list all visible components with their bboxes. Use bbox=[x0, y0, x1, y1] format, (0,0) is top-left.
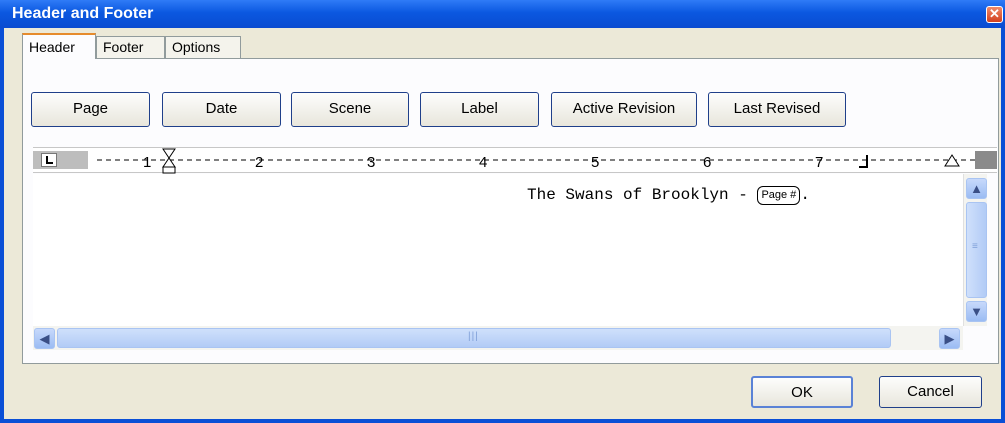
ok-button[interactable]: OK bbox=[751, 376, 853, 408]
header-line: The Swans of Brooklyn - Page #. bbox=[527, 186, 810, 205]
ruler-number: 4 bbox=[479, 154, 488, 171]
insert-scene-button[interactable]: Scene bbox=[291, 92, 409, 127]
insert-label-button[interactable]: Label bbox=[420, 92, 539, 127]
insert-date-button[interactable]: Date bbox=[162, 92, 281, 127]
ruler-right-margin bbox=[975, 151, 997, 169]
grip-icon: ||| bbox=[468, 331, 479, 342]
tab-options[interactable]: Options bbox=[165, 36, 241, 58]
right-indent-marker-icon[interactable] bbox=[944, 154, 960, 168]
tab-footer-label: Footer bbox=[103, 39, 144, 55]
grip-icon: ≡ bbox=[972, 241, 979, 252]
vertical-scrollbar[interactable]: ▲ ≡ ▼ bbox=[963, 174, 987, 326]
tab-options-label: Options bbox=[172, 39, 221, 55]
chevron-down-icon[interactable]: ▼ bbox=[966, 301, 987, 322]
header-text: The Swans of Brooklyn - bbox=[527, 186, 758, 204]
ruler-number: 6 bbox=[703, 154, 712, 171]
right-tab-stop-icon[interactable] bbox=[859, 155, 871, 169]
horizontal-scroll-thumb[interactable]: ||| bbox=[57, 328, 891, 348]
insert-active-revision-button[interactable]: Active Revision bbox=[551, 92, 697, 127]
ruler-number: 5 bbox=[591, 154, 600, 171]
insert-page-button[interactable]: Page bbox=[31, 92, 150, 127]
tab-footer[interactable]: Footer bbox=[96, 36, 165, 58]
chevron-up-icon[interactable]: ▲ bbox=[966, 178, 987, 199]
tab-header-label: Header bbox=[29, 39, 75, 55]
window-title: Header and Footer bbox=[12, 5, 154, 22]
ruler-number: 1 bbox=[143, 154, 152, 171]
ruler-number: 3 bbox=[367, 154, 376, 171]
chevron-left-icon[interactable]: ◀ bbox=[34, 328, 55, 349]
title-bar[interactable]: Header and Footer ✕ bbox=[0, 0, 1005, 28]
ruler[interactable]: 1 2 3 4 5 6 7 bbox=[33, 147, 997, 174]
tab-header[interactable]: Header bbox=[22, 33, 96, 59]
ruler-number: 7 bbox=[815, 154, 824, 171]
tab-stop-selector-icon[interactable] bbox=[41, 153, 57, 167]
indent-marker-icon[interactable] bbox=[161, 148, 177, 174]
cancel-button[interactable]: Cancel bbox=[879, 376, 982, 408]
page-number-field[interactable]: Page # bbox=[757, 186, 801, 205]
insert-last-revised-button[interactable]: Last Revised bbox=[708, 92, 846, 127]
horizontal-scrollbar[interactable]: ◀ ||| ▶ bbox=[33, 326, 963, 350]
vertical-scroll-thumb[interactable]: ≡ bbox=[966, 202, 987, 298]
header-text-editor[interactable]: The Swans of Brooklyn - Page #. bbox=[33, 174, 963, 326]
close-icon[interactable]: ✕ bbox=[986, 6, 1003, 23]
ruler-number: 2 bbox=[255, 154, 264, 171]
chevron-right-icon[interactable]: ▶ bbox=[939, 328, 960, 349]
trailing-text: . bbox=[800, 186, 810, 204]
